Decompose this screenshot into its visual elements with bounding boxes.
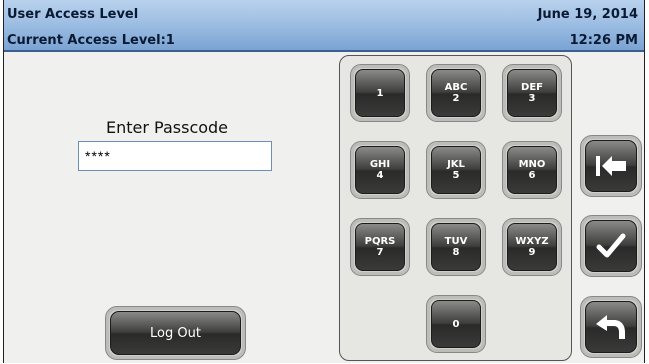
page-title: User Access Level xyxy=(7,7,139,22)
current-access-level: Current Access Level:1 xyxy=(7,33,175,48)
key-letters: MNO xyxy=(518,159,546,170)
key-digit: 0 xyxy=(452,318,460,330)
key-2[interactable]: ABC 2 xyxy=(426,64,486,122)
key-letters: WXYZ xyxy=(515,236,549,247)
key-digit: 5 xyxy=(452,170,460,181)
key-7[interactable]: PQRS 7 xyxy=(350,218,410,276)
passcode-label: Enter Passcode xyxy=(106,118,229,137)
back-button[interactable] xyxy=(580,296,642,358)
date-display: June 19, 2014 xyxy=(537,7,638,22)
key-8[interactable]: TUV 8 xyxy=(426,218,486,276)
time-display: 12:26 PM xyxy=(569,33,638,48)
key-letters: DEF xyxy=(521,82,543,93)
key-9[interactable]: WXYZ 9 xyxy=(502,218,562,276)
key-digit: 8 xyxy=(452,247,460,258)
logout-label: Log Out xyxy=(110,311,241,355)
key-6[interactable]: MNO 6 xyxy=(502,141,562,199)
key-digit: 1 xyxy=(376,87,384,99)
key-4[interactable]: GHI 4 xyxy=(350,141,410,199)
key-5[interactable]: JKL 5 xyxy=(426,141,486,199)
backspace-arrow-icon xyxy=(596,156,626,176)
key-letters: TUV xyxy=(444,236,468,247)
key-3[interactable]: DEF 3 xyxy=(502,64,562,122)
key-digit: 4 xyxy=(376,170,384,181)
key-digit: 7 xyxy=(376,247,384,258)
confirm-button[interactable] xyxy=(580,215,642,277)
key-letters: JKL xyxy=(447,159,465,170)
checkmark-icon xyxy=(596,233,626,258)
passcode-input[interactable] xyxy=(78,141,272,171)
app-window: User Access Level Current Access Level:1… xyxy=(3,0,645,363)
key-letters: PQRS xyxy=(364,236,396,247)
header-bar: User Access Level Current Access Level:1… xyxy=(4,0,644,52)
key-letters: GHI xyxy=(369,159,391,170)
key-letters: ABC xyxy=(444,82,468,93)
key-digit: 6 xyxy=(528,170,536,181)
key-0[interactable]: 0 xyxy=(426,295,486,353)
logout-button[interactable]: Log Out xyxy=(105,306,246,360)
key-1[interactable]: 1 xyxy=(350,64,410,122)
key-digit: 3 xyxy=(528,93,536,104)
key-digit: 2 xyxy=(452,93,460,104)
return-arrow-icon xyxy=(596,315,625,339)
backspace-button[interactable] xyxy=(580,135,642,197)
key-digit: 9 xyxy=(528,247,536,258)
